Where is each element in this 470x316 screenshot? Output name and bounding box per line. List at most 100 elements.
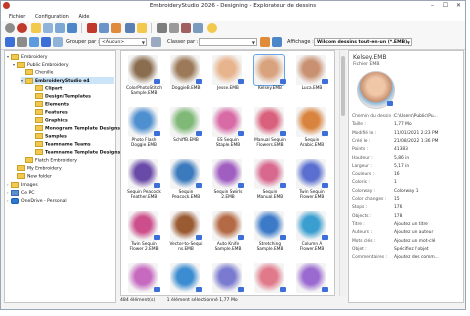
tree-item-features[interactable]: Features [31,109,68,116]
tree-item-public-embroidery[interactable]: ▾ Public Embroidery [13,61,69,68]
property-value[interactable]: 5,17 in [394,164,409,169]
property-value[interactable]: Ajoutez un titre [394,222,428,227]
design-tile[interactable]: Twin Sequin Flower 2.EMB [124,209,164,261]
tree-item-onedrive[interactable]: › OneDrive - Personal [7,197,67,204]
design-tile[interactable]: Sequin Manual.EMB [250,157,290,209]
design-tile[interactable]: Jesse.EMB [208,53,248,105]
maximize-button[interactable]: ☐ [441,2,450,10]
save-icon[interactable] [125,23,135,33]
export-icon[interactable] [137,23,147,33]
tree-item-monogram-template-designs[interactable]: Monogram Template Designs [31,125,120,132]
group-toggle-icon[interactable] [151,37,161,47]
tree-item-clipart[interactable]: Clipart [31,85,62,92]
design-tile[interactable]: Auto Knife Sample.EMB [208,209,248,261]
folder-icon [35,85,43,91]
properties-icon[interactable] [193,23,203,33]
scrollbar-thumb[interactable] [341,56,345,116]
wilcom-logo-icon[interactable] [17,23,27,33]
tree-item-my-embroidery[interactable]: My Embroidery [13,165,62,172]
print-catalog-icon[interactable] [169,23,179,33]
cut-icon[interactable] [87,23,97,33]
property-value[interactable]: 41383 [394,147,408,152]
paste-icon[interactable] [67,23,77,33]
tree-item-new-folder[interactable]: New folder [13,173,52,180]
copy-icon[interactable] [55,23,65,33]
filter-icon[interactable] [43,23,53,33]
property-value[interactable]: 176 [394,205,402,210]
design-tile[interactable]: Sequin Peacock.EMB [166,157,206,209]
property-value[interactable]: 178 [394,214,402,219]
design-tile[interactable]: ES Sequin Staple.EMB [208,105,248,157]
design-tile[interactable]: Kelsey.EMB [250,53,290,105]
sort-order-icon[interactable] [260,37,270,47]
tree-item-chenille[interactable]: Chenille [21,69,54,76]
print-icon[interactable] [157,23,167,33]
design-tile[interactable] [208,261,248,295]
property-value[interactable]: Ajoutez un mot-clé [394,239,435,244]
group-by-select[interactable]: <Aucun> ▼ [99,38,147,46]
folder-open-icon[interactable] [31,23,41,33]
design-tile[interactable]: Sequin Peacock Feather.EMB [124,157,164,209]
property-value[interactable]: Ajoutez un auteur [394,230,433,235]
property-value[interactable]: Ajoutez des comm... [394,255,439,260]
tree-item-embroiderystudio-e4[interactable]: ▾ EmbroideryStudio e4 [21,77,114,84]
design-tile[interactable]: ColorPhotoStitch Sample.EMB [124,53,164,105]
property-value[interactable]: 1 [394,180,397,185]
tree-item-images[interactable]: › Images [7,181,38,188]
design-tile[interactable]: Vector-to-Sequi ns.EMB [166,209,206,261]
design-tile[interactable]: Luca.EMB [292,53,332,105]
menu-configuration[interactable]: Configuration [35,14,69,20]
design-tile[interactable]: Stretching Sample.EMB [250,209,290,261]
property-value[interactable]: 1,77 Mo [394,122,412,127]
menu-aide[interactable]: Aide [78,14,89,20]
refresh-icon[interactable] [207,23,217,33]
minimize-button[interactable]: – [428,2,437,10]
menu-fichier[interactable]: Fichier [9,14,25,20]
sort-by-select[interactable]: ▼ [199,38,257,46]
design-tile[interactable]: Twin Sequin Flower.EMB [292,157,332,209]
property-value[interactable]: 16 [394,172,400,177]
design-tile[interactable]: Sequin Arabic.EMB [292,105,332,157]
design-tile[interactable]: Sequin Swirls 2.EMB [208,157,248,209]
tree-item-graphics[interactable]: Graphics [31,117,68,124]
tree-item-embroidery[interactable]: ▾ Embroidery [7,53,48,60]
tree-item-elements[interactable]: Elements [31,101,69,108]
property-key: Commentaires : [352,255,387,261]
design-tile[interactable] [250,261,290,295]
property-key: Modifié le : [352,130,377,136]
design-tile[interactable]: Manual Sequin Flowers.EMB [250,105,290,157]
design-tile[interactable]: DoggieB.EMB [166,53,206,105]
close-button[interactable]: ✕ [454,2,463,10]
property-value[interactable]: 15 [394,197,400,202]
design-tile[interactable]: Column A Flower.EMB [292,209,332,261]
tree-item-teamname-template-designs[interactable]: Teamname Template Designs [31,149,120,156]
display-filter-select[interactable]: Wilcom dessins tout-en-un (*.EMB) ▼ [314,38,412,46]
property-value[interactable]: C:\Users\Public\Pu... [394,114,438,119]
back-icon[interactable] [5,23,15,33]
property-value[interactable]: Colorway 1 [394,189,419,194]
grid-scrollbar[interactable] [339,50,346,296]
view-preview-icon[interactable] [53,37,63,47]
property-value[interactable]: 21/08/2022 1:36 PM [394,139,438,144]
delete-icon[interactable] [181,23,191,33]
tree-item-teamname-teams[interactable]: Teamname Teams [31,141,91,148]
view-tiles-icon[interactable] [29,37,39,47]
property-value[interactable]: 5,86 in [394,156,409,161]
design-tile[interactable] [124,261,164,295]
tree-item-ce-pc[interactable]: › Ce PC [7,189,34,196]
view-details-icon[interactable] [17,37,27,47]
design-tile[interactable]: Photo Flash Doggie.EMB [124,105,164,157]
view-large-icons-icon[interactable] [5,37,15,47]
property-value[interactable]: 11/01/2021 2:23 PM [394,131,438,136]
paste-design-icon[interactable] [111,23,121,33]
copy-design-icon[interactable] [99,23,109,33]
design-tile[interactable] [292,261,332,295]
tree-item-flatch-embroidery[interactable]: Flatch Embroidery [21,157,77,164]
sort-desc-icon[interactable] [272,37,282,47]
view-list-icon[interactable] [41,37,51,47]
design-tile[interactable]: SchiffB.EMB [166,105,206,157]
property-value[interactable]: Spécifiez l'objet [394,247,429,252]
design-tile[interactable] [166,261,206,295]
tree-item-design-templates[interactable]: Design/Templates [31,93,91,100]
tree-item-samples[interactable]: Samples [31,133,67,140]
